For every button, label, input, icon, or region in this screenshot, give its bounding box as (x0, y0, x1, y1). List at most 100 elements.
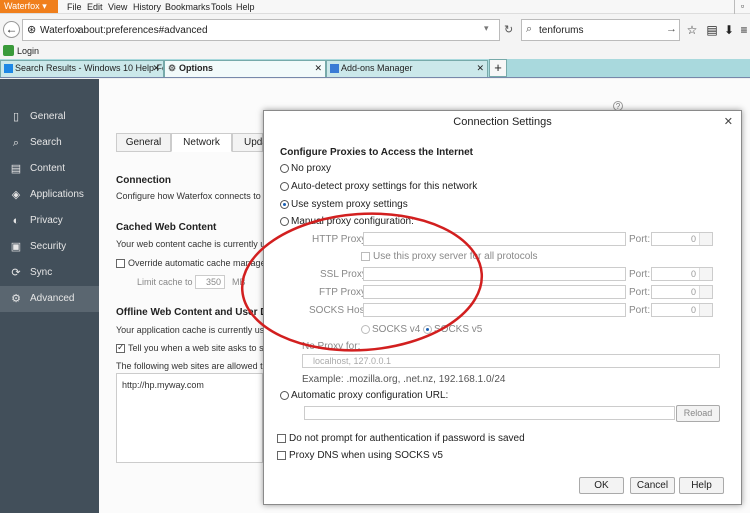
sidebar-item-general[interactable]: ▯ General (0, 104, 99, 130)
auto-detect-label[interactable]: Auto-detect proxy settings for this netw… (291, 181, 477, 193)
auto-detect-radio[interactable] (280, 182, 289, 191)
sidebar-item-advanced[interactable]: ⚙ Advanced (0, 286, 99, 312)
sidebar-item-sync[interactable]: ⟳ Sync (0, 260, 99, 286)
tab-label: Options (179, 63, 213, 73)
auto-config-radio[interactable] (280, 391, 289, 400)
menu-icon[interactable]: ≡ (736, 23, 750, 37)
reload-icon[interactable]: ↻ (504, 23, 513, 36)
tab-advanced-general[interactable]: General (116, 133, 171, 152)
ssl-proxy-input[interactable] (363, 267, 626, 281)
general-icon: ▯ (12, 111, 20, 123)
tab-strip: Search Results - Windows 10 Help Forums … (0, 59, 750, 78)
offline-sites-list[interactable]: http://hp.myway.com (116, 373, 263, 463)
ssl-port-label: Port: (629, 269, 651, 280)
url-text[interactable]: about:preferences#advanced (78, 25, 208, 36)
tab-options[interactable]: ⚙ Options ✕ (164, 60, 326, 77)
bookmark-star-icon[interactable]: ☆ (684, 23, 700, 37)
close-tab-icon[interactable]: ✕ (476, 61, 484, 76)
tell-offline-checkbox[interactable] (116, 342, 125, 353)
menu-bookmarks[interactable]: Bookmarks (165, 1, 210, 13)
restore-window-icon[interactable]: ▫ (734, 0, 750, 14)
tab-search-results[interactable]: Search Results - Windows 10 Help Forums … (0, 60, 164, 77)
auto-config-url-input[interactable] (304, 406, 675, 420)
manual-proxy-radio[interactable] (280, 217, 289, 226)
menu-edit[interactable]: Edit (87, 1, 103, 13)
search-bar[interactable]: ⌕ tenforums → (521, 19, 680, 41)
ftp-port-stepper[interactable]: 0 (651, 285, 713, 299)
bookmark-login[interactable]: Login (17, 46, 39, 56)
downloads-icon[interactable]: ⬇ (721, 23, 737, 37)
menu-view[interactable]: View (108, 1, 127, 13)
menu-history[interactable]: History (133, 1, 161, 13)
ok-button[interactable]: OK (579, 477, 624, 494)
reload-button[interactable]: Reload (676, 405, 720, 422)
socks-v5-label: SOCKS v5 (434, 324, 483, 335)
proxy-dns-label[interactable]: Proxy DNS when using SOCKS v5 (289, 450, 443, 462)
no-proxy-label[interactable]: No proxy (291, 163, 331, 175)
socks-host-input[interactable] (363, 303, 626, 317)
http-port-stepper[interactable]: 0 (651, 232, 713, 246)
help-button[interactable]: Help (679, 477, 724, 494)
offline-heading: Offline Web Content and User Data (116, 307, 282, 318)
cancel-button[interactable]: Cancel (630, 477, 675, 494)
tab-advanced-update[interactable]: Upda (232, 133, 268, 152)
no-prompt-auth-checkbox[interactable] (277, 434, 286, 443)
sidebar-item-label: Sync (30, 267, 53, 278)
search-input[interactable]: tenforums (539, 25, 583, 36)
app-button-label: Waterfox (4, 1, 40, 11)
sidebar-item-applications[interactable]: ◈ Applications (0, 182, 99, 208)
no-proxy-input[interactable]: localhost, 127.0.0.1 (302, 354, 720, 368)
close-tab-icon[interactable]: ✕ (152, 61, 160, 76)
bookmarks-toolbar: Login (0, 44, 750, 59)
sidebar-item-privacy[interactable]: ◐ Privacy (0, 208, 99, 234)
connection-desc: Configure how Waterfox connects to t (116, 191, 266, 201)
url-dropdown-icon[interactable]: ▾ (484, 23, 489, 34)
menu-tools[interactable]: Tools (211, 1, 232, 13)
same-proxy-checkbox[interactable] (361, 252, 370, 261)
tab-addons-manager[interactable]: Add-ons Manager ✕ (326, 60, 488, 77)
system-proxy-radio[interactable] (280, 200, 289, 209)
sidebar-item-search[interactable]: ⌕ Search (0, 130, 99, 156)
list-item[interactable]: http://hp.myway.com (122, 380, 204, 390)
sidebar-item-content[interactable]: ▤ Content (0, 156, 99, 182)
socks-v5-radio[interactable] (423, 325, 432, 334)
ssl-port-stepper[interactable]: 0 (651, 267, 713, 281)
ftp-proxy-input[interactable] (363, 285, 626, 299)
no-proxy-radio[interactable] (280, 164, 289, 173)
no-prompt-auth-label[interactable]: Do not prompt for authentication if pass… (289, 433, 525, 445)
socks-v4-radio[interactable] (361, 325, 370, 334)
manual-proxy-label[interactable]: Manual proxy configuration: (291, 216, 414, 228)
override-cache-checkbox[interactable] (116, 259, 125, 268)
sidebar-item-label: Search (30, 137, 62, 148)
sidebar-item-label: Advanced (30, 293, 75, 304)
sidebar-item-security[interactable]: ▣ Security (0, 234, 99, 260)
mask-icon: ◐ (12, 215, 20, 227)
http-proxy-input[interactable] (363, 232, 626, 246)
cache-unit-label: MB (232, 277, 246, 287)
system-proxy-label[interactable]: Use system proxy settings (291, 199, 408, 211)
socks-port-stepper[interactable]: 0 (651, 303, 713, 317)
menu-help[interactable]: Help (236, 1, 255, 13)
close-tab-icon[interactable]: ✕ (314, 61, 322, 76)
login-bookmark-icon (3, 45, 14, 56)
proxy-dns-checkbox[interactable] (277, 451, 286, 460)
socks-v4-label: SOCKS v4 (372, 324, 421, 335)
reading-list-icon[interactable]: ▤ (704, 23, 720, 37)
auto-config-label[interactable]: Automatic proxy configuration URL: (291, 390, 448, 402)
menu-file[interactable]: File (67, 1, 82, 13)
url-bar[interactable]: ⊛ Waterfox about:preferences#advanced ▾ (22, 19, 500, 41)
cache-limit-input[interactable]: 350 (195, 275, 225, 289)
search-go-icon[interactable]: → (666, 23, 677, 35)
back-arrow-icon[interactable]: ← (3, 21, 20, 38)
waterfox-menu-button[interactable]: Waterfox ▾ (0, 0, 58, 13)
new-tab-plus-icon[interactable]: + (489, 59, 507, 77)
sidebar-item-label: Content (30, 163, 66, 174)
search-icon: ⌕ (12, 137, 20, 149)
http-port-label: Port: (629, 234, 651, 245)
content-icon: ▤ (10, 163, 22, 175)
preferences-sidebar: ▯ General ⌕ Search ▤ Content ◈ Applications … (0, 79, 99, 513)
socks-host-label: SOCKS Host: (309, 305, 371, 316)
close-icon[interactable]: ✕ (724, 115, 733, 128)
tab-advanced-network[interactable]: Network (171, 133, 232, 152)
lock-icon: ▣ (10, 241, 22, 253)
